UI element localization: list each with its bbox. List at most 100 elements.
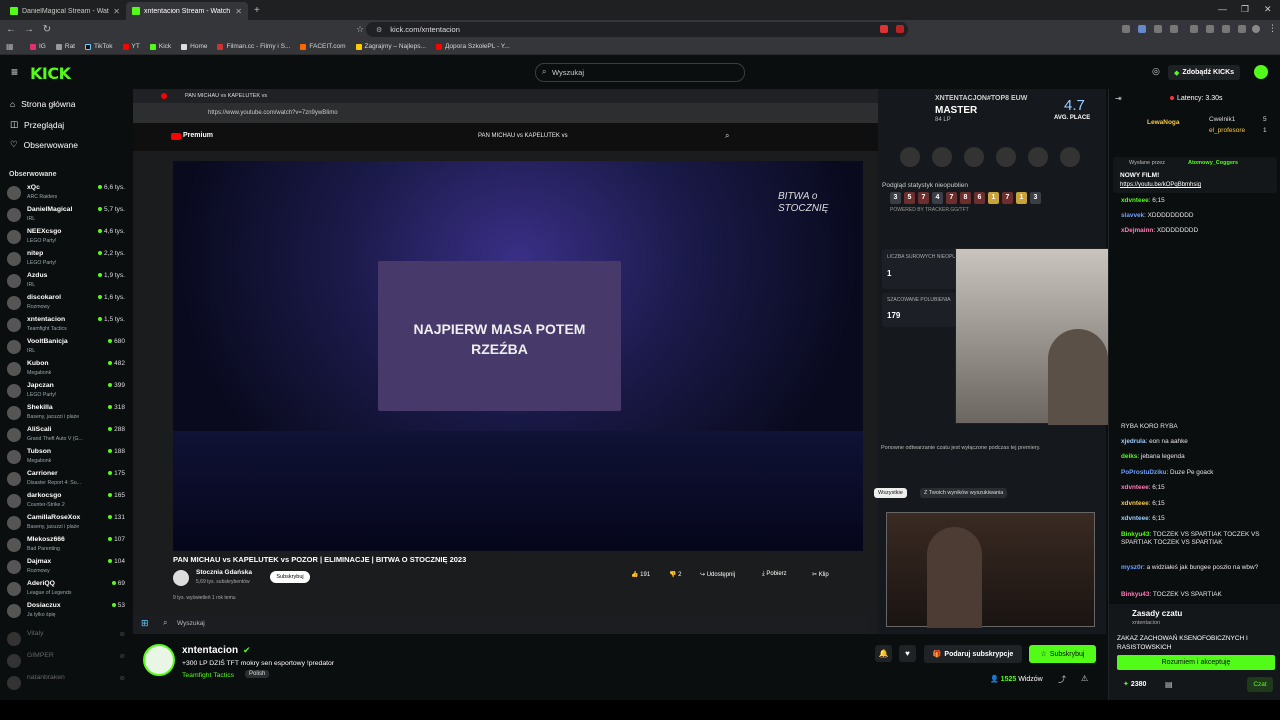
chat-username[interactable]: xDejmainn — [1121, 227, 1153, 234]
subscribe-button[interactable]: ☆ Subskrybuj — [1029, 645, 1096, 663]
bookmark-yt[interactable]: YT — [122, 43, 140, 50]
channel-item[interactable]: xntentacion Teamfight Tactics 1,5 tys. — [7, 315, 125, 337]
channel-item[interactable]: AderiQQ League of Legends 69 — [7, 579, 125, 601]
chat-send-button[interactable]: Czat — [1247, 677, 1273, 692]
bookmark-home[interactable]: Home — [181, 43, 207, 50]
channel-item[interactable]: nitер LEGO Party! 2,2 tys. — [7, 249, 125, 271]
bookmark-rat[interactable]: Rat — [55, 43, 75, 50]
bookmark-kick[interactable]: Kick — [149, 43, 171, 50]
chat-username[interactable]: slavvek — [1121, 212, 1144, 219]
channel-item[interactable]: discokarol Rozmowy 1,6 tys. — [7, 293, 125, 315]
channel-offline[interactable]: GIMPER ⊘ — [7, 651, 125, 673]
nav-browse[interactable]: ◫ Przeglądaj — [10, 119, 64, 130]
chat-username[interactable]: Binkyu43 — [1121, 531, 1149, 538]
bookmark-tiktok[interactable]: TikTok — [85, 43, 113, 50]
chip-all[interactable]: Wszystkie — [874, 488, 907, 498]
dislike-button[interactable]: 👎 2 — [669, 571, 681, 578]
notification-bell-button[interactable]: 🔔 — [875, 645, 892, 662]
taskbar-search[interactable]: Wyszukaj — [177, 620, 205, 627]
extension-icon[interactable] — [1190, 25, 1198, 33]
nav-home[interactable]: ⌂ Strona główna — [10, 99, 75, 109]
share-icon[interactable]: ⤴ — [1058, 674, 1066, 685]
chip-search[interactable]: Z Twoich wyników wyszukiwania — [920, 488, 1008, 498]
search-input[interactable]: ⌕ Wyszukaj — [535, 63, 745, 82]
chat-settings-icon[interactable]: ▤ — [1165, 680, 1173, 689]
channel-item[interactable]: Shekilla Baseny, jacuzzi i plaże 318 — [7, 403, 125, 425]
extension-icon[interactable] — [1138, 25, 1146, 33]
streamer-avatar[interactable] — [143, 644, 175, 676]
channel-item[interactable]: CamillaRoseXox Baseny, jacuzzi i plaże 131 — [7, 513, 125, 535]
clip-button[interactable]: ✂ Klip — [812, 571, 829, 578]
report-icon[interactable]: ⚠ — [1081, 674, 1088, 683]
back-icon[interactable]: ← — [4, 24, 18, 35]
chat-username[interactable]: xdvnteee — [1121, 197, 1149, 204]
maximize-icon[interactable]: ❐ — [1241, 4, 1249, 15]
extension-icon[interactable] — [1154, 25, 1162, 33]
forward-icon[interactable]: → — [22, 24, 36, 35]
video-frame[interactable]: NAJPIERW MASA POTEM RZEŹBA BITWA o STOCZ… — [173, 161, 863, 551]
channel-item[interactable]: Japczan LEGO Party! 399 — [7, 381, 125, 403]
chat-username[interactable]: xdvnteee — [1121, 484, 1149, 491]
channel-item[interactable]: AliScali Grand Theft Auto V (G... 288 — [7, 425, 125, 447]
bookmark-ig[interactable]: IG — [30, 43, 46, 50]
channel-item[interactable]: Dosiaczux Ja tylko śpię 53 — [7, 601, 125, 623]
channel-offline[interactable]: natanbraken ⊘ — [7, 673, 125, 695]
channel-item[interactable]: Tubson Megabonk 188 — [7, 447, 125, 469]
apps-grid-icon[interactable]: ▦ — [6, 42, 14, 51]
browser-tab-1[interactable]: DanielMagical Stream - Watch Live o ✕ — [4, 2, 126, 20]
bookmark-zagrajmy[interactable]: Zagrajmy – Najleps... — [355, 43, 426, 50]
extension-icon[interactable] — [1170, 25, 1178, 33]
kicks-points[interactable]: ✦ 2380 — [1123, 680, 1146, 688]
url-field[interactable]: ⚙ kick.com/xntentacion — [366, 22, 908, 37]
site-info-icon[interactable]: ⚙ — [376, 26, 382, 34]
download-button[interactable]: ⤓ Pobierz — [762, 571, 787, 578]
chat-username[interactable]: xdvnteee — [1121, 500, 1149, 507]
pinned-link[interactable]: https://youtu.be/kOPqBbmhsig — [1120, 182, 1201, 188]
pinned-message[interactable]: Wysłane przez Atomowy_Coggers NOWY FILM!… — [1113, 157, 1277, 193]
extension-icon[interactable] — [896, 25, 904, 33]
bookmark-faceit[interactable]: FACEIT.com — [300, 43, 346, 50]
kick-shield-icon[interactable]: ◎ — [1152, 66, 1160, 77]
extension-icon[interactable] — [1206, 25, 1214, 33]
chat-username[interactable]: Binkyu43 — [1121, 591, 1149, 598]
bookmark-star-icon[interactable]: ☆ — [356, 24, 364, 35]
share-button[interactable]: ↪ Udostępnij — [700, 571, 735, 578]
channel-avatar[interactable] — [173, 570, 189, 586]
nav-following[interactable]: ♡ Obserwowane — [10, 139, 78, 150]
channel-item[interactable]: xQc ARC Raiders 6,6 tys. — [7, 183, 125, 205]
windows-start-icon[interactable]: ⊞ — [141, 618, 149, 629]
menu-dots-icon[interactable]: ⋮ — [1268, 23, 1277, 34]
channel-item[interactable]: VooltBanicja IRL 680 — [7, 337, 125, 359]
close-icon[interactable]: ✕ — [235, 7, 242, 16]
channel-item[interactable]: Mlekosz666 Bad Parenting 107 — [7, 535, 125, 557]
channel-item[interactable]: darkocsgo Counter-Strike 2 165 — [7, 491, 125, 513]
extension-icon[interactable] — [880, 25, 888, 33]
kick-logo[interactable]: KICK — [30, 64, 71, 83]
chat-username[interactable]: PoProstuDziku — [1121, 469, 1166, 476]
channel-offline[interactable]: Vitaly ⊘ — [7, 629, 125, 651]
chat-username[interactable]: xjedrula — [1121, 438, 1146, 445]
yt-channel-name[interactable]: Stocznia Gdańska — [196, 569, 252, 576]
user-avatar[interactable] — [1254, 65, 1268, 79]
follow-button[interactable]: ♥ — [899, 645, 916, 662]
channel-item[interactable]: NEEXcsgo LEGO Party! 4,6 tys. — [7, 227, 125, 249]
channel-item[interactable]: Kubon Megabonk 482 — [7, 359, 125, 381]
channel-item[interactable]: Azdus IRL 1,9 tys. — [7, 271, 125, 293]
get-kicks-button[interactable]: ◆ Zdobądź KICKs — [1168, 65, 1240, 80]
channel-item[interactable]: Dajmax Rozmowy 104 — [7, 557, 125, 579]
chat-username[interactable]: xdvnteee — [1121, 515, 1149, 522]
accept-rules-button[interactable]: Rozumiem i akceptuję — [1117, 655, 1275, 670]
channel-item[interactable]: DanielMagical IRL 5,7 tys. — [7, 205, 125, 227]
stream-category[interactable]: Teamfight Tactics — [182, 672, 234, 679]
collapse-chat-icon[interactable]: ⇥ — [1115, 94, 1122, 103]
bookmark-filman[interactable]: Filman.cc - Filmy i S... — [217, 43, 290, 50]
hamburger-menu-icon[interactable]: ≡ — [11, 65, 18, 79]
extension-icon[interactable] — [1122, 25, 1130, 33]
extension-icon[interactable] — [1238, 25, 1246, 33]
gift-subs-button[interactable]: 🎁 Podaruj subskrypcje — [924, 645, 1022, 663]
extension-icon[interactable] — [1222, 25, 1230, 33]
channel-item[interactable]: Carrioner Disaster Report 4: Su... 175 — [7, 469, 125, 491]
bookmark-szkole[interactable]: Дорога SzkołePL - Y... — [435, 43, 510, 50]
reload-icon[interactable]: ↻ — [40, 24, 54, 35]
chat-username[interactable]: mysz0r — [1121, 564, 1143, 571]
